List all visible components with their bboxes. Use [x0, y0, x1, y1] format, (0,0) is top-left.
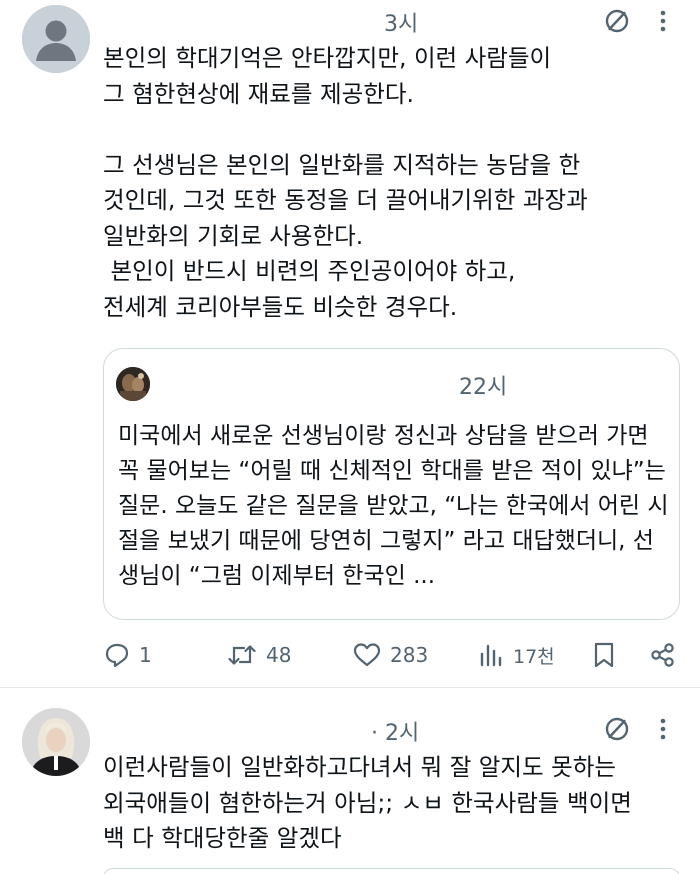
bookmark-icon: [594, 642, 614, 668]
views-button[interactable]: 17천: [479, 635, 555, 675]
views-icon: [480, 644, 502, 667]
no-entry-icon-2[interactable]: [604, 716, 630, 742]
like-button[interactable]: 283: [352, 635, 428, 675]
share-icon: [651, 643, 674, 667]
no-entry-icon[interactable]: [604, 8, 630, 34]
repost-icon: [228, 645, 256, 665]
more-icon-2[interactable]: [658, 716, 668, 742]
share-button[interactable]: [649, 635, 677, 675]
views-count: 17천: [513, 645, 555, 668]
quoted-post[interactable]: 22시 미국에서 새로운 선생님이랑 정신과 상담을 받으러 가면 꼭 물어보는…: [103, 348, 680, 620]
reply-button[interactable]: 1: [103, 635, 152, 675]
bookmark-button[interactable]: [592, 635, 616, 675]
like-icon: [353, 643, 381, 667]
post-1[interactable]: 3시 본인의 학대기억은 안타깝지만, 이런 사람들이 그 혐한현상에 재료를 …: [0, 0, 700, 688]
post-divider: [0, 687, 700, 688]
quoted-text: 미국에서 새로운 선생님이랑 정신과 상담을 받으러 가면 꼭 물어보는 “어릴…: [118, 423, 669, 589]
post-2-time: · 2시: [371, 721, 420, 746]
quoted-avatar: [116, 367, 150, 401]
avatar-user-2[interactable]: [22, 708, 90, 776]
user-avatar-photo: [22, 708, 90, 776]
reply-count: 1: [139, 643, 152, 667]
avatar-default[interactable]: [22, 5, 90, 73]
quoted-time: 22시: [459, 375, 508, 400]
post-time: 3시: [384, 12, 419, 37]
post-text: 본인의 학대기억은 안타깝지만, 이런 사람들이 그 혐한현상에 재료를 제공한…: [103, 44, 588, 321]
default-avatar-icon: [22, 5, 90, 73]
repost-button[interactable]: 48: [226, 635, 291, 675]
more-icon[interactable]: [658, 8, 668, 34]
action-bar: 1 48 283 17천: [0, 635, 700, 675]
reply-icon: [105, 643, 129, 668]
quoted-post-cutoff: [103, 868, 680, 874]
like-count: 283: [390, 643, 429, 667]
repost-count: 48: [266, 643, 292, 667]
quoted-avatar-photo: [116, 367, 150, 401]
post-2-text: 이런사람들이 일반화하고다녀서 뭐 잘 알지도 못하는 외국애들이 혐한하는거 …: [103, 753, 632, 852]
